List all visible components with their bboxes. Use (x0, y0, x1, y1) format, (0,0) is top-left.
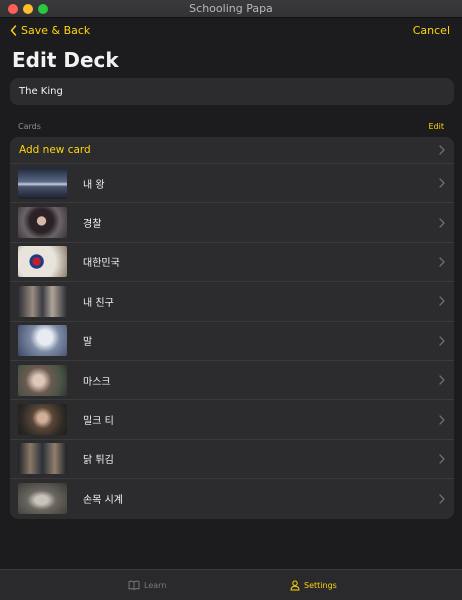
card-label: 마스크 (83, 376, 111, 388)
card-thumbnail (18, 207, 67, 239)
save-and-back-button[interactable]: Save & Back (10, 24, 90, 37)
chevron-left-icon (10, 25, 17, 36)
chevron-right-icon (439, 375, 445, 385)
card-thumbnail (18, 167, 67, 199)
window-title: Schooling Papa (189, 2, 273, 15)
card-thumbnail (18, 285, 67, 317)
tab-settings[interactable]: Settings (290, 570, 337, 600)
chevron-right-icon (439, 257, 445, 267)
card-thumbnail (18, 404, 67, 436)
card-label: 경찰 (83, 219, 102, 231)
deck-name-value: The King (19, 86, 63, 97)
card-label: 말 (83, 337, 93, 349)
save-and-back-label: Save & Back (21, 24, 91, 37)
card-label: 내 친구 (83, 297, 114, 309)
card-row[interactable]: 내 친구 (10, 282, 454, 322)
cards-section-label: Cards (18, 122, 41, 131)
tab-learn[interactable]: Learn (128, 570, 166, 600)
deck-name-field[interactable]: The King (10, 78, 454, 105)
add-new-card-label: Add new card (19, 144, 91, 156)
card-row[interactable]: 닭 튀김 (10, 440, 454, 480)
card-thumbnail (18, 364, 67, 396)
card-row[interactable]: 마스크 (10, 361, 454, 401)
tab-bar: Learn Settings (0, 569, 462, 600)
card-row[interactable]: 말 (10, 322, 454, 361)
card-label: 손목 시계 (83, 495, 123, 507)
chevron-right-icon (439, 336, 445, 346)
window-titlebar: Schooling Papa (0, 0, 462, 18)
tab-learn-label: Learn (144, 580, 167, 590)
card-row[interactable]: 손목 시계 (10, 479, 454, 518)
card-thumbnail (18, 325, 67, 357)
card-row[interactable]: 밀크 티 (10, 400, 454, 440)
page-title: Edit Deck (12, 48, 119, 72)
cards-list: Add new card 내 왕 경찰 대한민국 내 친구 말 마스크 밀크 티 (10, 137, 454, 519)
book-icon (128, 580, 140, 590)
card-label: 밀크 티 (83, 416, 114, 428)
add-new-card-row[interactable]: Add new card (10, 137, 454, 164)
chevron-right-icon (439, 296, 445, 307)
chevron-right-icon (439, 494, 445, 504)
card-label: 내 왕 (83, 179, 105, 191)
chevron-right-icon (439, 217, 445, 228)
chevron-right-icon (439, 178, 445, 188)
card-thumbnail (18, 483, 67, 515)
chevron-right-icon (439, 414, 445, 425)
navigation-bar: Save & Back Cancel (0, 24, 462, 44)
card-thumbnail (18, 443, 67, 475)
card-label: 닭 튀김 (83, 455, 114, 467)
cancel-button[interactable]: Cancel (413, 24, 450, 37)
cards-edit-button[interactable]: Edit (429, 122, 445, 131)
tab-settings-label: Settings (304, 580, 337, 590)
person-icon (290, 580, 300, 590)
card-row[interactable]: 내 왕 (10, 164, 454, 204)
card-label: 대한민국 (83, 258, 120, 270)
card-row[interactable]: 경찰 (10, 203, 454, 243)
card-row[interactable]: 대한민국 (10, 243, 454, 283)
chevron-right-icon (439, 145, 445, 155)
card-thumbnail (18, 246, 67, 278)
chevron-right-icon (439, 454, 445, 464)
